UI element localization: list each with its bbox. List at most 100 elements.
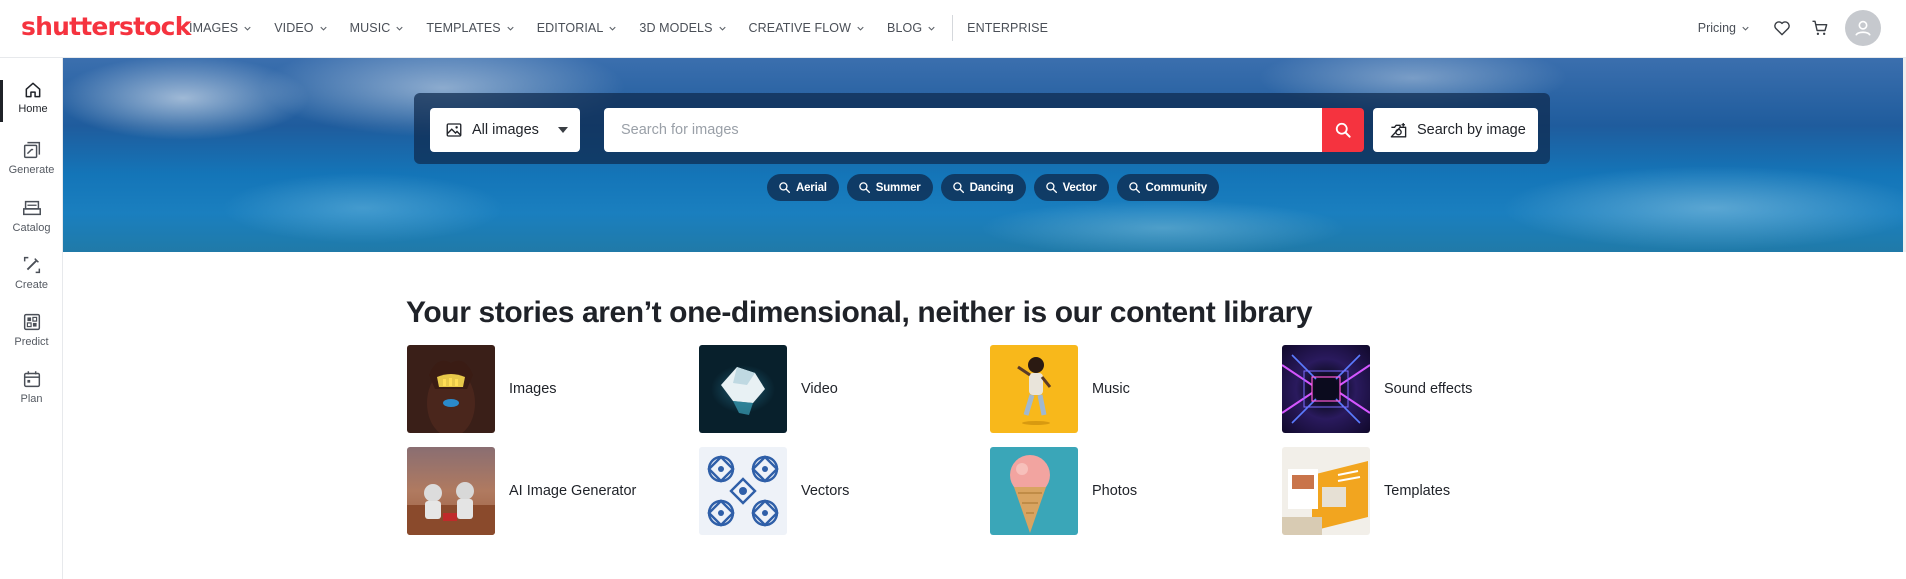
search-icon bbox=[779, 182, 791, 194]
ai-image-generator-thumbnail-art bbox=[407, 482, 495, 535]
nav-item-templates[interactable]: TEMPLATES bbox=[426, 21, 515, 35]
chip-label: Dancing bbox=[969, 181, 1014, 194]
favorites-button[interactable] bbox=[1769, 15, 1795, 41]
nav-item-blog[interactable]: BLOG bbox=[887, 21, 937, 35]
nav-item-label: BLOG bbox=[887, 21, 923, 35]
asset-type-select[interactable]: All images bbox=[430, 108, 580, 152]
nav-item-label: MUSIC bbox=[349, 21, 391, 35]
heart-icon bbox=[1774, 21, 1790, 36]
catalog-icon bbox=[22, 200, 41, 216]
pricing-label: Pricing bbox=[1697, 21, 1736, 35]
tile-label: Video bbox=[801, 381, 838, 397]
sound-effects-thumbnail-art bbox=[1282, 354, 1370, 424]
chip-label: Community bbox=[1145, 181, 1208, 194]
cart-button[interactable] bbox=[1807, 15, 1833, 41]
predict-icon bbox=[23, 313, 40, 331]
templates-thumbnail-art bbox=[1282, 461, 1368, 535]
video-thumbnail-art bbox=[721, 367, 765, 415]
user-icon bbox=[1855, 20, 1871, 36]
rail-item-predict[interactable]: Predict bbox=[0, 311, 63, 348]
content-tile-vectors[interactable]: Vectors bbox=[699, 447, 849, 535]
chevron-down-icon bbox=[1742, 26, 1749, 31]
nav-divider bbox=[952, 15, 954, 41]
photos-thumbnail bbox=[990, 447, 1078, 535]
shutterstock-logo[interactable]: shutterstock bbox=[21, 12, 191, 41]
user-avatar[interactable] bbox=[1845, 10, 1881, 46]
asset-type-value: All images bbox=[472, 122, 539, 138]
nav-item-label: IMAGES bbox=[189, 21, 239, 35]
chevron-down-icon bbox=[928, 26, 935, 31]
generate-icon bbox=[23, 141, 40, 159]
tile-label: Vectors bbox=[801, 483, 850, 499]
side-rail: Home Generate Catalog Create Predict Pla… bbox=[0, 58, 63, 579]
chip-label: Vector bbox=[1062, 181, 1097, 194]
nav-item-video[interactable]: VIDEO bbox=[274, 21, 328, 35]
content-tile-photos[interactable]: Photos bbox=[990, 447, 1137, 535]
rail-item-catalog[interactable]: Catalog bbox=[0, 197, 63, 234]
search-input[interactable] bbox=[604, 108, 1322, 152]
sound-effects-thumbnail bbox=[1282, 345, 1370, 433]
nav-item-creative-flow[interactable]: CREATIVE FLOW bbox=[749, 21, 866, 35]
chevron-down-icon bbox=[718, 26, 726, 31]
search-by-image-label: Search by image bbox=[1417, 122, 1526, 138]
create-icon bbox=[23, 256, 40, 274]
content-tile-templates[interactable]: Templates bbox=[1282, 447, 1450, 535]
content-tile-music[interactable]: Music bbox=[990, 345, 1130, 433]
rail-item-label: Predict bbox=[14, 336, 49, 348]
rail-item-generate[interactable]: Generate bbox=[0, 139, 63, 176]
nav-item-label: TEMPLATES bbox=[426, 21, 501, 35]
tile-label: Photos bbox=[1092, 483, 1138, 499]
rail-item-plan[interactable]: Plan bbox=[0, 368, 63, 405]
content-tile-images[interactable]: Images bbox=[407, 345, 557, 433]
search-by-image-button[interactable]: Search by image bbox=[1373, 108, 1538, 152]
nav-item-3d-models[interactable]: 3D MODELS bbox=[639, 21, 727, 35]
nav-item-enterprise[interactable]: ENTERPRISE bbox=[967, 21, 1048, 35]
images-thumbnail bbox=[407, 345, 495, 433]
nav-item-label: ENTERPRISE bbox=[967, 21, 1049, 35]
chevron-down-icon bbox=[507, 26, 514, 31]
suggested-searches: Aerial Summer Dancing Vector Community bbox=[767, 174, 1227, 201]
cart-icon bbox=[1812, 20, 1828, 35]
content-tile-ai-image-generator[interactable]: AI Image Generator bbox=[407, 447, 636, 535]
chevron-down-icon bbox=[857, 26, 864, 31]
pricing-menu[interactable]: Pricing bbox=[1698, 21, 1751, 35]
rail-item-label: Home bbox=[18, 103, 48, 115]
search-icon bbox=[1128, 182, 1140, 194]
search-icon bbox=[1045, 182, 1057, 194]
content-tile-video[interactable]: Video bbox=[699, 345, 838, 433]
caret-down-icon bbox=[558, 127, 568, 133]
chevron-down-icon bbox=[320, 26, 327, 31]
search-chip[interactable]: Community bbox=[1116, 174, 1219, 201]
nav-item-editorial[interactable]: EDITORIAL bbox=[537, 21, 619, 35]
video-thumbnail bbox=[699, 345, 787, 433]
search-chip[interactable]: Dancing bbox=[940, 174, 1026, 201]
nav-item-images[interactable]: IMAGES bbox=[189, 21, 253, 35]
photos-thumbnail-art bbox=[1010, 455, 1050, 533]
account-nav: Pricing bbox=[1698, 0, 1906, 56]
chip-label: Summer bbox=[875, 181, 921, 194]
nav-item-music[interactable]: MUSIC bbox=[350, 21, 406, 35]
tile-label: Images bbox=[509, 381, 557, 397]
camera-icon bbox=[1390, 122, 1407, 138]
rail-item-label: Create bbox=[14, 279, 49, 291]
rail-item-home[interactable]: Home bbox=[0, 80, 63, 122]
vectors-thumbnail-art bbox=[707, 455, 779, 527]
search-chip[interactable]: Aerial bbox=[767, 174, 839, 201]
nav-item-label: 3D MODELS bbox=[639, 21, 713, 35]
rail-item-create[interactable]: Create bbox=[0, 254, 63, 291]
content-tile-sound-effects[interactable]: Sound effects bbox=[1282, 345, 1472, 433]
chevron-down-icon bbox=[244, 26, 251, 31]
image-icon bbox=[446, 123, 462, 137]
search-icon bbox=[859, 182, 870, 194]
rail-item-label: Plan bbox=[20, 393, 43, 405]
search-chip[interactable]: Vector bbox=[1033, 174, 1109, 201]
chevron-down-icon bbox=[609, 26, 617, 31]
search-button[interactable] bbox=[1322, 108, 1364, 152]
tile-label: Sound effects bbox=[1384, 381, 1473, 397]
ai-image-generator-thumbnail bbox=[407, 447, 495, 535]
search-chip[interactable]: Summer bbox=[846, 174, 933, 201]
music-thumbnail-art bbox=[1017, 357, 1052, 425]
rail-item-label: Catalog bbox=[12, 222, 51, 234]
tile-label: Music bbox=[1092, 381, 1130, 397]
plan-icon bbox=[23, 371, 40, 388]
